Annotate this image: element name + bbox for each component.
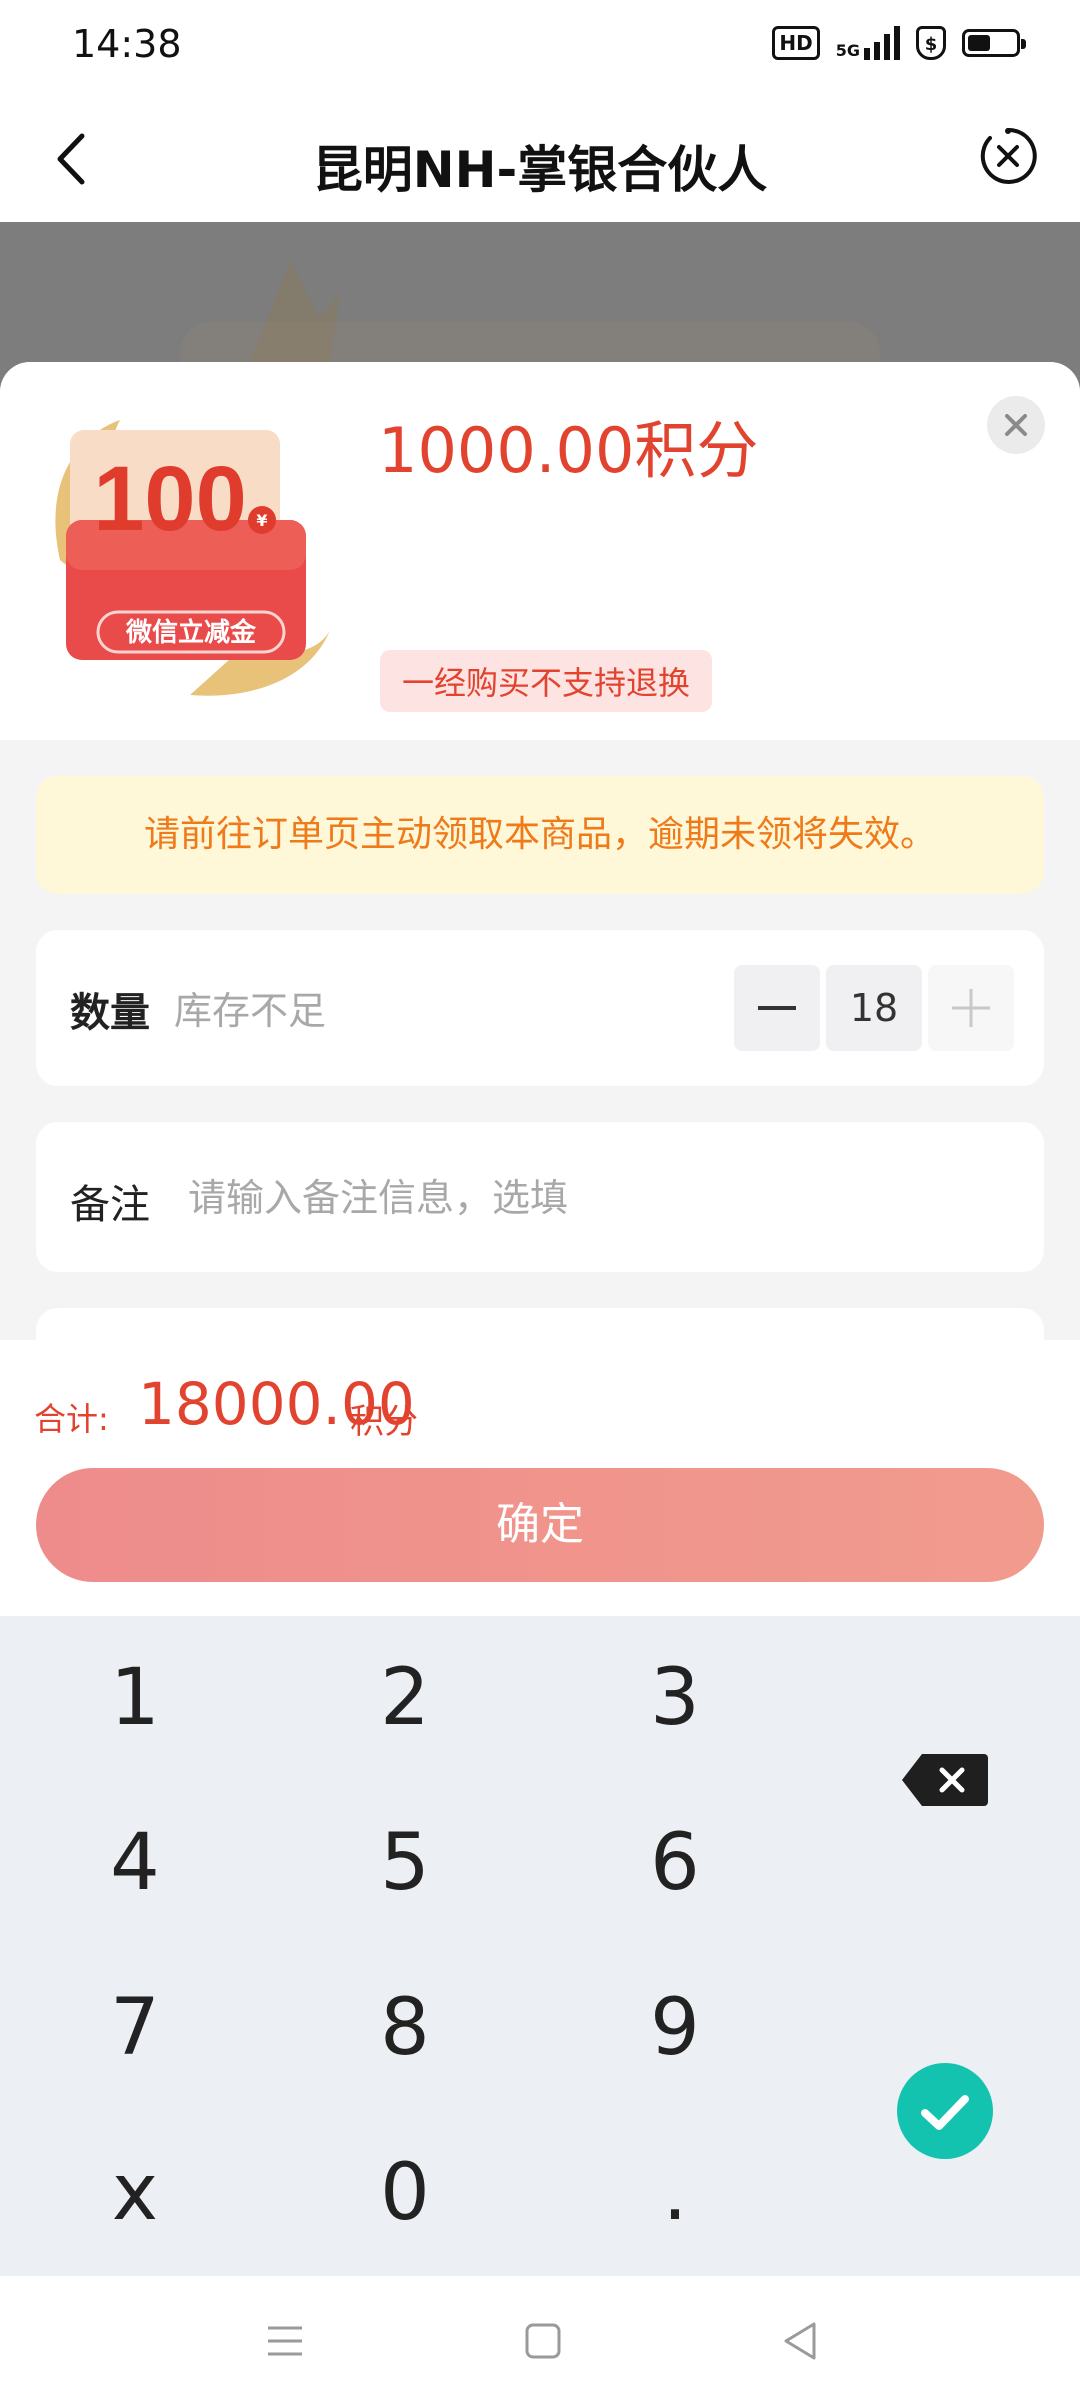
remark-input[interactable] xyxy=(186,1162,1010,1234)
quantity-value[interactable]: 18 xyxy=(826,965,922,1051)
network-type: 5G xyxy=(835,41,860,60)
order-footer: 合计: 18000.00 积分 确定 xyxy=(0,1340,1080,1616)
remark-label: 备注 xyxy=(70,1182,150,1228)
status-bar: 14:38 HD 5G $ xyxy=(0,0,1080,96)
menu-icon[interactable] xyxy=(260,2316,310,2366)
back-triangle-icon[interactable] xyxy=(776,2316,826,2366)
key-5[interactable]: 5 xyxy=(270,1781,540,1946)
hd-icon: HD xyxy=(772,26,820,60)
stock-status: 库存不足 xyxy=(174,989,327,1033)
product-image: 100 ¥ 微信立减金 xyxy=(30,410,350,710)
close-circle-icon[interactable] xyxy=(978,126,1038,186)
key-0[interactable]: 0 xyxy=(270,2111,540,2276)
increment-button[interactable] xyxy=(928,965,1014,1051)
key-7[interactable]: 7 xyxy=(0,1946,270,2111)
key-4[interactable]: 4 xyxy=(0,1781,270,1946)
key-8[interactable]: 8 xyxy=(270,1946,540,2111)
confirm-button[interactable]: 确定 xyxy=(36,1468,1044,1582)
nav-bar: 昆明NH-掌银合伙人 xyxy=(0,96,1080,222)
decrement-button[interactable] xyxy=(734,965,820,1051)
key-dot[interactable]: . xyxy=(540,2111,810,2276)
remark-row: 备注 xyxy=(36,1122,1044,1272)
network-signal-icon: 5G xyxy=(836,26,900,60)
system-nav-bar xyxy=(0,2276,1080,2408)
page-title: 昆明NH-掌银合伙人 xyxy=(312,141,768,199)
currency-icon: ¥ xyxy=(256,511,267,530)
quantity-label: 数量 xyxy=(70,990,150,1036)
numeric-keypad: 1 2 3 4 5 6 7 8 9 x 0 . xyxy=(0,1616,1080,2276)
product-price: 1000.00积分 xyxy=(378,414,759,487)
battery-icon xyxy=(962,29,1026,57)
status-time: 14:38 xyxy=(72,22,182,66)
product-image-number: 100 xyxy=(93,448,247,550)
quantity-stepper: 18 xyxy=(734,965,1014,1051)
keypad-confirm-button[interactable] xyxy=(897,2063,993,2159)
key-2[interactable]: 2 xyxy=(270,1616,540,1781)
product-image-caption: 微信立减金 xyxy=(125,617,257,648)
quantity-row: 数量 库存不足 18 xyxy=(36,930,1044,1086)
key-6[interactable]: 6 xyxy=(540,1781,810,1946)
total-label: 合计: xyxy=(34,1400,109,1438)
minus-icon xyxy=(758,1006,796,1010)
checkmark-icon xyxy=(921,2095,969,2130)
backspace-icon[interactable] xyxy=(900,1752,990,1808)
total-unit: 积分 xyxy=(350,1402,418,1442)
key-1[interactable]: 1 xyxy=(0,1616,270,1781)
product-header: 100 ¥ 微信立减金 1000.00积分 一经购买不支持退换 xyxy=(0,362,1080,740)
close-icon[interactable] xyxy=(987,396,1045,454)
key-9[interactable]: 9 xyxy=(540,1946,810,2111)
notice-banner: 请前往订单页主动领取本商品，逾期未领将失效。 xyxy=(36,776,1044,894)
home-icon[interactable] xyxy=(518,2316,568,2366)
key-3[interactable]: 3 xyxy=(540,1616,810,1781)
no-refund-badge: 一经购买不支持退换 xyxy=(380,650,713,712)
key-x[interactable]: x xyxy=(0,2111,270,2276)
shield-icon: $ xyxy=(916,26,946,60)
status-icons: HD 5G $ xyxy=(772,26,1026,60)
plus-icon xyxy=(952,989,990,1027)
